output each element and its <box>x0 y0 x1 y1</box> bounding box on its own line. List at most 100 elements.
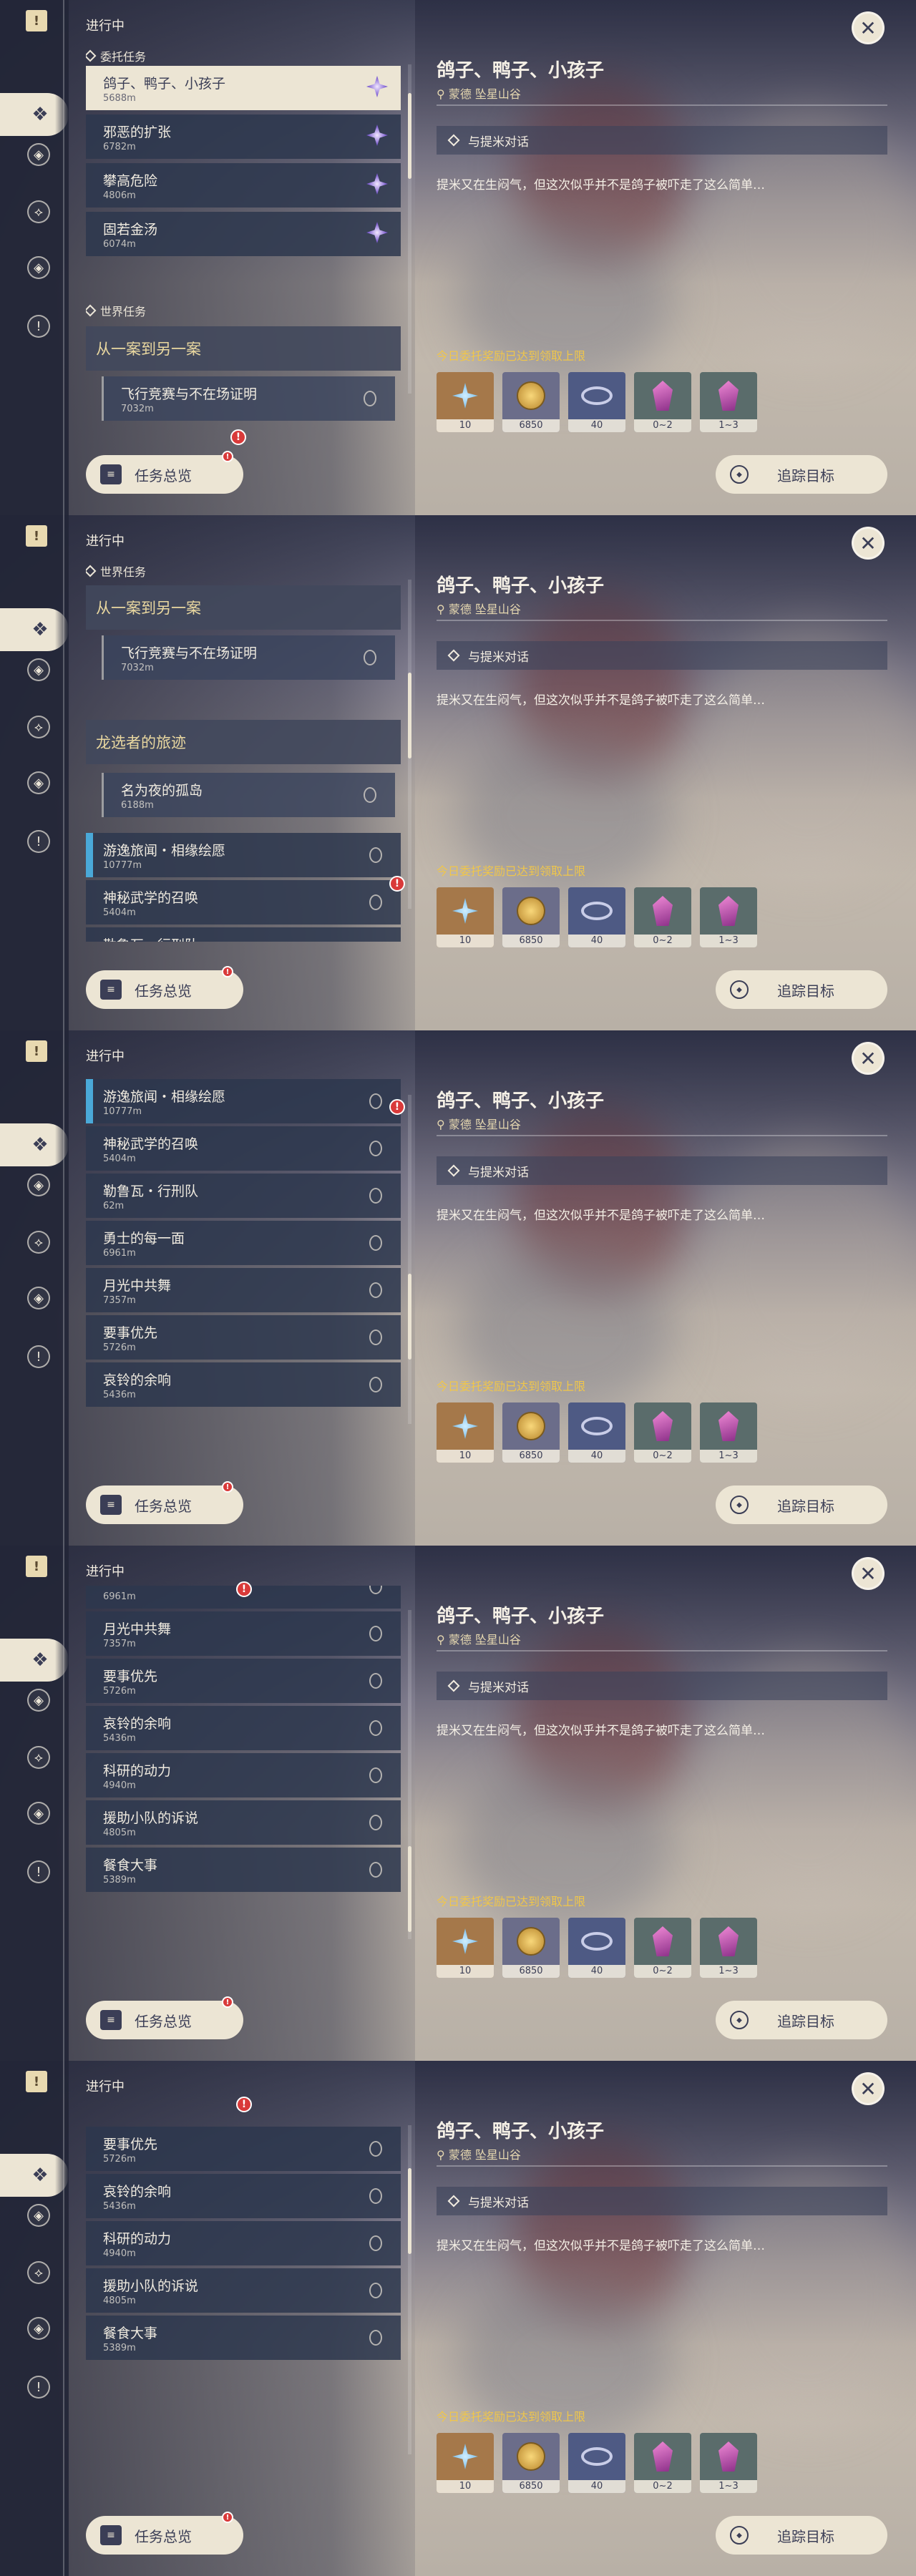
task-overview-button[interactable]: ≡ 任务总览 <box>86 970 243 1009</box>
story-quest-icon[interactable]: ⟡ <box>27 2261 50 2284</box>
quest-item[interactable]: 科研的动力 4940m <box>86 2221 401 2265</box>
quest-item[interactable]: 援助小队的诉说 4805m <box>86 1800 401 1845</box>
archon-quest-icon[interactable]: ◈ <box>27 2204 50 2227</box>
task-overview-button[interactable]: ≡ 任务总览 <box>86 2001 243 2039</box>
quest-item[interactable]: 餐食大事 5389m <box>86 1848 401 1892</box>
quest-book-icon[interactable]: ! <box>26 10 47 31</box>
reward-eye[interactable]: 40 <box>568 1918 625 1978</box>
reward-crystal[interactable]: 0~2 <box>634 1402 691 1463</box>
world-quest-icon[interactable]: ◈ <box>27 1802 50 1825</box>
story-quest-icon[interactable]: ⟡ <box>27 1746 50 1769</box>
quest-item[interactable]: 哀铃的余响 5436m <box>86 1706 401 1750</box>
quest-item[interactable]: 月光中共舞 7357m <box>86 1268 401 1312</box>
close-button[interactable]: ✕ <box>852 1557 885 1590</box>
quest-item[interactable]: 哀铃的余响 5436m <box>86 1362 401 1407</box>
reward-star[interactable]: 10 <box>437 1402 494 1463</box>
quest-item[interactable]: 科研的动力 4940m <box>86 1753 401 1797</box>
task-overview-button[interactable]: ≡ 任务总览 <box>86 1485 243 1524</box>
reward-crystal[interactable]: 0~2 <box>634 2433 691 2493</box>
quest-item[interactable]: 要事优先 5726m <box>86 2127 401 2171</box>
archon-quest-icon[interactable]: ◈ <box>27 143 50 166</box>
sub-quest-item[interactable]: 飞行竞赛与不在场证明 7032m <box>102 635 395 680</box>
quest-item[interactable]: 攀高危险 4806m <box>86 163 401 208</box>
world-quest-icon[interactable]: ◈ <box>27 256 50 279</box>
quest-item[interactable]: 餐食大事 5389m <box>86 2316 401 2360</box>
quest-group-header[interactable]: 龙选者的旅迹 <box>86 720 401 764</box>
scrollbar[interactable] <box>408 1610 411 1939</box>
track-target-button[interactable]: ◆ 追踪目标 <box>716 970 887 1009</box>
scrollbar-thumb[interactable] <box>408 2168 411 2254</box>
rail-tab-active[interactable]: ❖ <box>0 2154 69 2197</box>
reward-crystal-cluster[interactable]: 1~3 <box>700 372 757 432</box>
event-quest-icon[interactable]: ! <box>27 830 50 853</box>
reward-mora[interactable]: 6850 <box>502 887 560 947</box>
story-quest-icon[interactable]: ⟡ <box>27 200 50 223</box>
world-quest-icon[interactable]: ◈ <box>27 2317 50 2340</box>
quest-item[interactable]: 哀铃的余响 5436m <box>86 2174 401 2218</box>
quest-book-icon[interactable]: ! <box>26 525 47 547</box>
quest-item[interactable]: 要事优先 5726m <box>86 1659 401 1703</box>
reward-eye[interactable]: 40 <box>568 2433 625 2493</box>
scrollbar[interactable] <box>408 2125 411 2454</box>
quest-item[interactable]: 游逸旅闻・相缘绘愿 10777m <box>86 833 401 877</box>
quest-item[interactable]: 援助小队的诉说 4805m <box>86 2268 401 2313</box>
quest-item[interactable]: 游逸旅闻・相缘绘愿 10777m <box>86 1079 401 1123</box>
close-button[interactable]: ✕ <box>852 1042 885 1075</box>
reward-eye[interactable]: 40 <box>568 372 625 432</box>
reward-star[interactable]: 10 <box>437 1918 494 1978</box>
scrollbar-thumb[interactable] <box>408 1846 411 1932</box>
close-button[interactable]: ✕ <box>852 2072 885 2105</box>
quest-group-header[interactable]: 从一案到另一案 <box>86 585 401 630</box>
reward-star[interactable]: 10 <box>437 887 494 947</box>
quest-item[interactable]: 勒鲁瓦・行刑队 62m <box>86 1174 401 1218</box>
close-button[interactable]: ✕ <box>852 527 885 560</box>
quest-group-header[interactable]: 从一案到另一案 <box>86 326 401 371</box>
rail-tab-active[interactable]: ❖ <box>0 608 69 651</box>
quest-item[interactable]: 神秘武学的召唤 5404m <box>86 880 401 924</box>
quest-item[interactable]: 要事优先 5726m <box>86 1315 401 1360</box>
task-overview-button[interactable]: ≡ 任务总览 <box>86 2516 243 2555</box>
quest-item[interactable]: 月光中共舞 7357m <box>86 1611 401 1656</box>
archon-quest-icon[interactable]: ◈ <box>27 1689 50 1712</box>
sub-quest-item[interactable]: 飞行竞赛与不在场证明 7032m <box>102 376 395 421</box>
story-quest-icon[interactable]: ⟡ <box>27 1231 50 1254</box>
event-quest-icon[interactable]: ! <box>27 315 50 338</box>
quest-item[interactable]: 神秘武学的召唤 5404m <box>86 1126 401 1171</box>
reward-crystal-cluster[interactable]: 1~3 <box>700 2433 757 2493</box>
track-target-button[interactable]: ◆ 追踪目标 <box>716 2516 887 2555</box>
event-quest-icon[interactable]: ! <box>27 1860 50 1883</box>
reward-star[interactable]: 10 <box>437 372 494 432</box>
reward-mora[interactable]: 6850 <box>502 2433 560 2493</box>
track-target-button[interactable]: ◆ 追踪目标 <box>716 2001 887 2039</box>
reward-crystal-cluster[interactable]: 1~3 <box>700 1402 757 1463</box>
rail-tab-active[interactable]: ❖ <box>0 93 69 136</box>
world-quest-icon[interactable]: ◈ <box>27 771 50 794</box>
reward-eye[interactable]: 40 <box>568 887 625 947</box>
reward-crystal-cluster[interactable]: 1~3 <box>700 887 757 947</box>
world-quest-icon[interactable]: ◈ <box>27 1287 50 1309</box>
scrollbar-thumb[interactable] <box>408 673 411 758</box>
quest-book-icon[interactable]: ! <box>26 2071 47 2092</box>
track-target-button[interactable]: ◆ 追踪目标 <box>716 455 887 494</box>
reward-eye[interactable]: 40 <box>568 1402 625 1463</box>
sub-quest-item[interactable]: 名为夜的孤岛 6188m <box>102 773 395 817</box>
archon-quest-icon[interactable]: ◈ <box>27 658 50 681</box>
quest-item[interactable]: 邪恶的扩张 6782m <box>86 114 401 159</box>
event-quest-icon[interactable]: ! <box>27 1345 50 1368</box>
rail-tab-active[interactable]: ❖ <box>0 1639 69 1682</box>
quest-item[interactable]: 固若金汤 6074m <box>86 212 401 256</box>
reward-crystal[interactable]: 0~2 <box>634 887 691 947</box>
quest-book-icon[interactable]: ! <box>26 1556 47 1577</box>
scrollbar-thumb[interactable] <box>408 93 411 179</box>
rail-tab-active[interactable]: ❖ <box>0 1123 69 1166</box>
reward-mora[interactable]: 6850 <box>502 1918 560 1978</box>
reward-star[interactable]: 10 <box>437 2433 494 2493</box>
reward-crystal[interactable]: 0~2 <box>634 1918 691 1978</box>
quest-book-icon[interactable]: ! <box>26 1040 47 1062</box>
archon-quest-icon[interactable]: ◈ <box>27 1174 50 1196</box>
reward-mora[interactable]: 6850 <box>502 1402 560 1463</box>
task-overview-button[interactable]: ≡ 任务总览 <box>86 455 243 494</box>
quest-item[interactable]: 鸽子、鸭子、小孩子 5688m <box>86 66 401 110</box>
scrollbar[interactable] <box>408 1095 411 1424</box>
close-button[interactable]: ✕ <box>852 11 885 44</box>
